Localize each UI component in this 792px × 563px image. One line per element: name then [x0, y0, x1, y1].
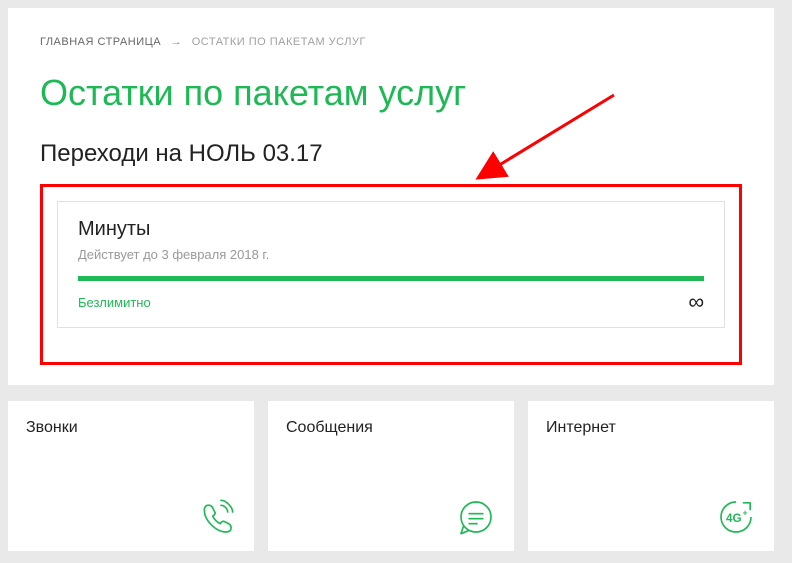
- service-label: Интернет: [546, 419, 756, 437]
- package-valid-until: Действует до 3 февраля 2018 г.: [78, 247, 704, 262]
- internet-4g-icon: 4G +: [716, 497, 756, 537]
- page-title: Остатки по пакетам услуг: [40, 72, 742, 114]
- package-card-minutes[interactable]: Минуты Действует до 3 февраля 2018 г. Бе…: [57, 201, 725, 328]
- svg-text:4G: 4G: [726, 512, 742, 525]
- highlight-annotation-box: Минуты Действует до 3 февраля 2018 г. Бе…: [40, 184, 742, 365]
- breadcrumb-current: ОСТАТКИ ПО ПАКЕТАМ УСЛУГ: [192, 36, 366, 48]
- breadcrumb: ГЛАВНАЯ СТРАНИЦА → ОСТАТКИ ПО ПАКЕТАМ УС…: [40, 36, 742, 48]
- service-cards-row: Звонки Сообщения Интернет: [8, 401, 774, 551]
- calls-icon: [196, 497, 236, 537]
- service-card-calls[interactable]: Звонки: [8, 401, 254, 551]
- breadcrumb-home[interactable]: ГЛАВНАЯ СТРАНИЦА: [40, 36, 161, 48]
- service-card-messages[interactable]: Сообщения: [268, 401, 514, 551]
- svg-text:+: +: [743, 507, 748, 517]
- main-panel: ГЛАВНАЯ СТРАНИЦА → ОСТАТКИ ПО ПАКЕТАМ УС…: [8, 8, 774, 385]
- service-label: Сообщения: [286, 419, 496, 437]
- service-card-internet[interactable]: Интернет 4G +: [528, 401, 774, 551]
- breadcrumb-arrow-icon: →: [171, 36, 183, 48]
- progress-bar: [78, 276, 704, 281]
- service-label: Звонки: [26, 419, 236, 437]
- plan-name: Переходи на НОЛЬ 03.17: [40, 140, 742, 168]
- messages-icon: [456, 497, 496, 537]
- infinity-icon: ∞: [688, 291, 704, 313]
- package-title: Минуты: [78, 218, 704, 241]
- package-footer: Безлимитно ∞: [78, 291, 704, 313]
- package-status: Безлимитно: [78, 295, 151, 310]
